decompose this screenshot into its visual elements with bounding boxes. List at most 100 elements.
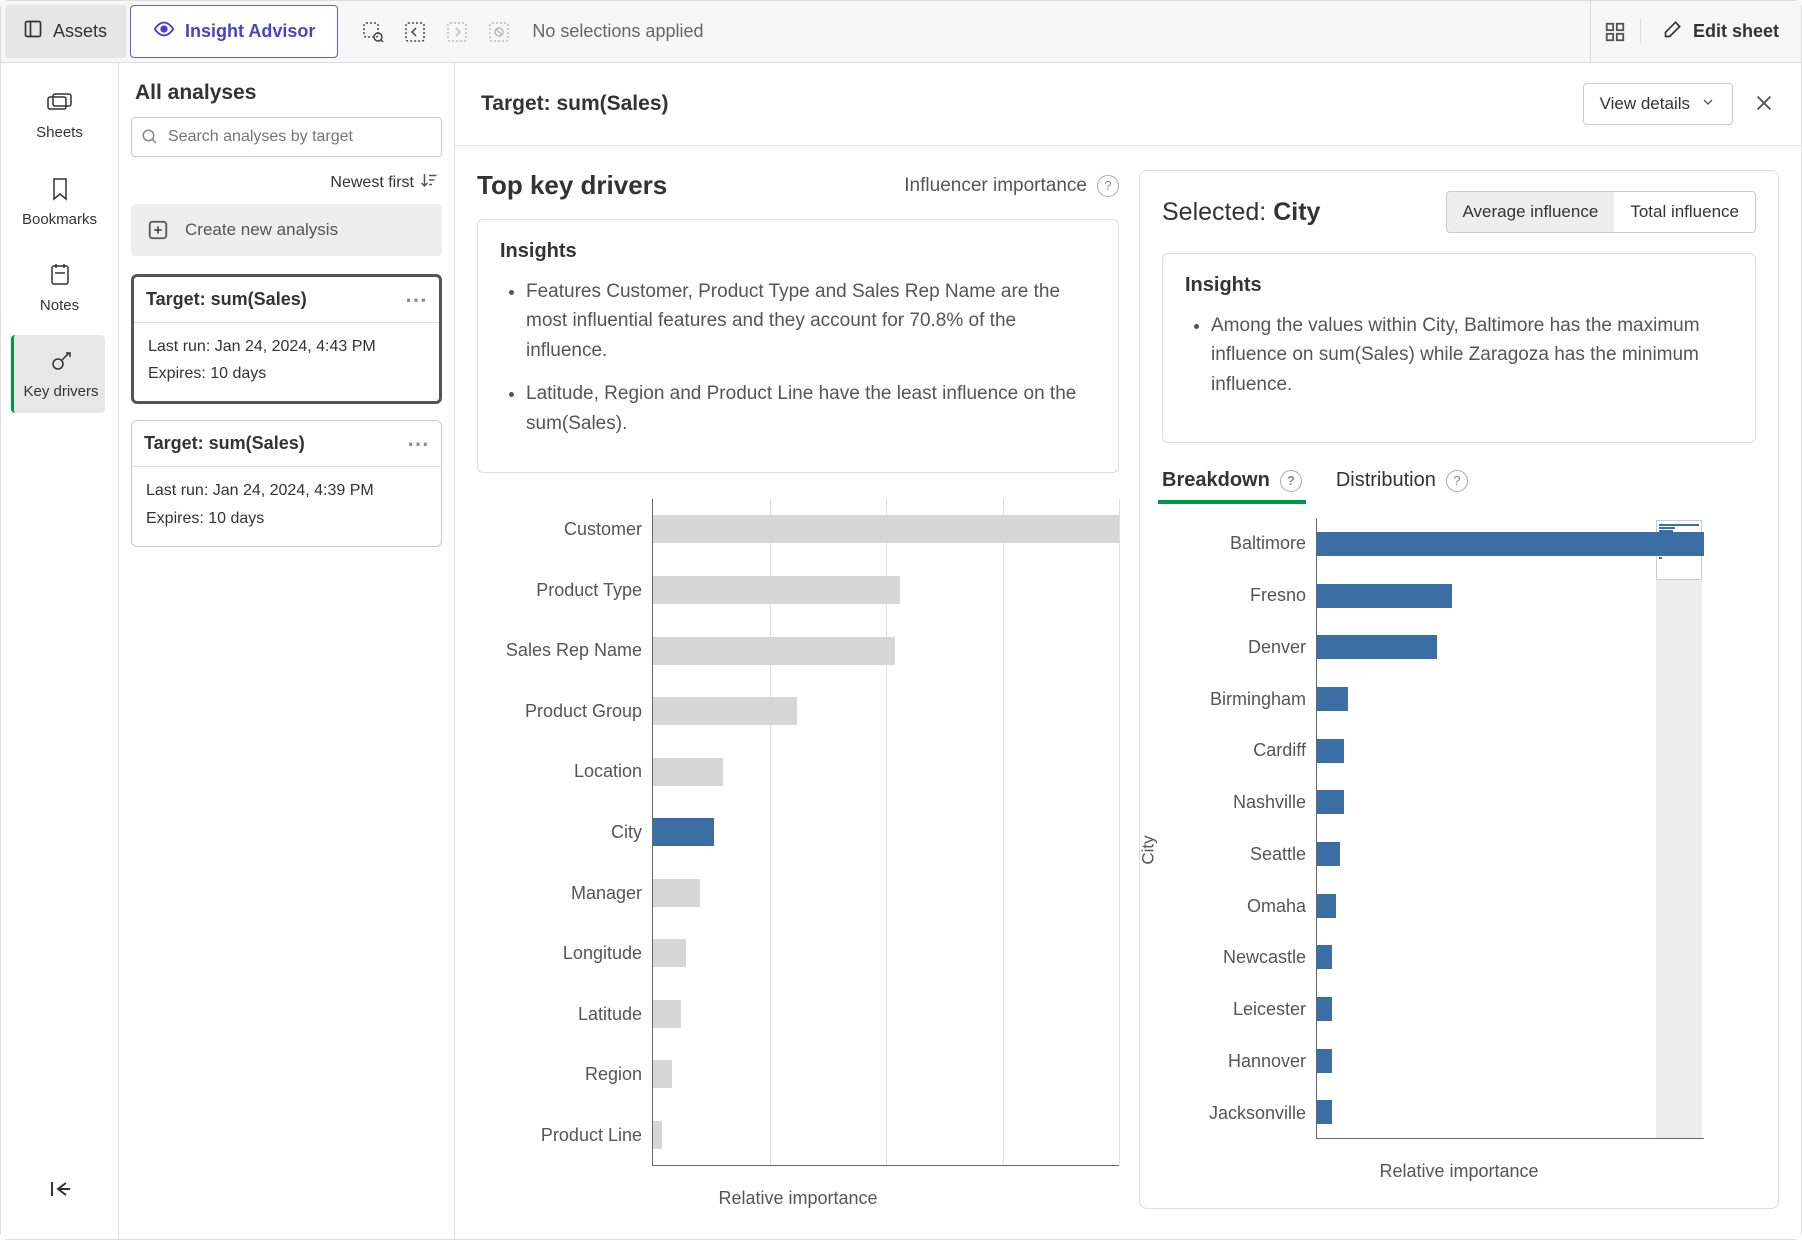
selections-back-icon[interactable] [398,15,432,49]
chart-category-label: Customer [477,519,642,540]
breakdown-tabs: Breakdown ? Distribution ? [1162,469,1756,504]
chart-bar[interactable] [653,697,797,725]
chart-bar[interactable] [1317,1049,1332,1073]
smart-search-icon[interactable] [356,15,390,49]
sidebar-item-keydrivers[interactable]: Key drivers [11,335,105,413]
assets-button[interactable]: Assets [5,5,126,58]
sidebar-item-label: Notes [40,297,79,314]
analysis-expires: Expires: 10 days [148,360,425,387]
selection-tools: No selections applied [338,1,703,62]
chart-category-label: Hannover [1162,1051,1306,1072]
tab-breakdown[interactable]: Breakdown ? [1162,469,1302,504]
sidebar-item-label: Key drivers [23,383,98,400]
chart-bar[interactable] [1317,842,1340,866]
insight-bullet: Latitude, Region and Product Line have t… [526,379,1096,438]
chart-category-label: Leicester [1162,999,1306,1020]
chart-category-label: Cardiff [1162,740,1306,761]
chart-bar[interactable] [653,818,714,846]
assets-label: Assets [53,21,107,42]
chart-category-label: Omaha [1162,896,1306,917]
chart-bar[interactable] [1317,1100,1332,1124]
chart-bar[interactable] [1317,739,1344,763]
chart-bar[interactable] [1317,894,1336,918]
analysis-lastrun: Last run: Jan 24, 2024, 4:39 PM [146,477,427,504]
sort-icon [420,171,438,194]
chart-category-label: Region [477,1064,642,1085]
notes-icon [49,263,71,291]
chart-category-label: Denver [1162,637,1306,658]
create-analysis-button[interactable]: Create new analysis [131,204,442,256]
sidebar-item-label: Sheets [36,124,83,141]
panel-icon [23,19,43,44]
sidebar-item-bookmarks[interactable]: Bookmarks [13,163,107,241]
chart-bar[interactable] [653,515,1119,543]
chart-bar[interactable] [1317,532,1704,556]
insight-eye-icon [153,18,175,45]
pencil-icon [1663,19,1683,44]
sidebar-item-label: Bookmarks [22,211,97,228]
chart-category-label: Manager [477,883,642,904]
sidebar-item-notes[interactable]: Notes [13,249,107,327]
help-icon[interactable]: ? [1446,470,1468,492]
total-influence-button[interactable]: Total influence [1614,192,1755,232]
chart-category-label: Location [477,761,642,782]
collapse-sidebar-icon[interactable] [40,1169,80,1209]
chart-bar[interactable] [653,1000,681,1028]
chart-bar[interactable] [653,637,895,665]
nav-sidebar: Sheets Bookmarks Notes Key drivers [1,63,119,1239]
sidebar-item-sheets[interactable]: Sheets [13,77,107,155]
influence-toggle: Average influence Total influence [1446,191,1756,233]
key-drivers-chart[interactable]: CustomerProduct TypeSales Rep NameProduc… [477,499,1119,1209]
content-title: Target: sum(Sales) [481,92,669,116]
tab-distribution[interactable]: Distribution ? [1336,469,1468,504]
analysis-card[interactable]: Target: sum(Sales) ⋯ Last run: Jan 24, 2… [131,274,442,404]
analysis-card[interactable]: Target: sum(Sales) ⋯ Last run: Jan 24, 2… [131,420,442,546]
chart-bar[interactable] [1317,687,1348,711]
avg-influence-button[interactable]: Average influence [1447,192,1615,232]
section-title: Top key drivers [477,170,667,201]
top-key-drivers-section: Top key drivers Influencer importance ? … [477,170,1119,1209]
analysis-expires: Expires: 10 days [146,505,427,532]
grid-view-icon[interactable] [1590,1,1640,62]
chart-bar[interactable] [653,758,723,786]
insight-bullet: Among the values within City, Baltimore … [1211,311,1733,399]
close-icon[interactable] [1753,92,1775,117]
chart-category-label: Newcastle [1162,947,1306,968]
edit-sheet-label: Edit sheet [1693,21,1779,42]
chart-bar[interactable] [1317,945,1332,969]
chart-bar[interactable] [653,1121,662,1149]
analyses-panel-title: All analyses [135,81,438,105]
chart-ylabel: City [1139,835,1159,864]
insights-box: Insights Among the values within City, B… [1162,253,1756,443]
chart-category-label: Birmingham [1162,689,1306,710]
chevron-down-icon [1700,94,1716,115]
chart-bar[interactable] [653,879,700,907]
chart-category-label: Product Group [477,701,642,722]
selected-label: Selected: City [1162,198,1320,227]
chart-category-label: Fresno [1162,585,1306,606]
view-details-button[interactable]: View details [1583,83,1733,125]
chart-bar[interactable] [1317,584,1452,608]
clear-selections-icon [482,15,516,49]
chart-category-label: Jacksonville [1162,1103,1306,1124]
search-input[interactable] [131,117,442,157]
chart-bar[interactable] [1317,790,1344,814]
insights-heading: Insights [500,240,1096,263]
chart-category-label: Longitude [477,943,642,964]
chart-bar[interactable] [1317,997,1332,1021]
chart-category-label: Latitude [477,1004,642,1025]
chart-bar[interactable] [653,1060,672,1088]
chart-bar[interactable] [1317,635,1437,659]
chart-bar[interactable] [653,939,686,967]
content-area: Target: sum(Sales) View details Top key … [455,63,1801,1239]
chart-category-label: Sales Rep Name [477,640,642,661]
help-icon[interactable]: ? [1280,470,1302,492]
chart-bar[interactable] [653,576,900,604]
insight-advisor-button[interactable]: Insight Advisor [130,5,338,58]
chart-xlabel: Relative importance [477,1188,1119,1209]
help-icon[interactable]: ? [1097,175,1119,197]
sort-button[interactable]: Newest first [131,171,442,194]
selected-feature-panel: Selected: City Average influence Total i… [1139,170,1779,1209]
edit-sheet-button[interactable]: Edit sheet [1640,19,1801,44]
city-breakdown-chart[interactable]: City BaltimoreFresnoDenverBirminghamCard… [1162,518,1756,1182]
